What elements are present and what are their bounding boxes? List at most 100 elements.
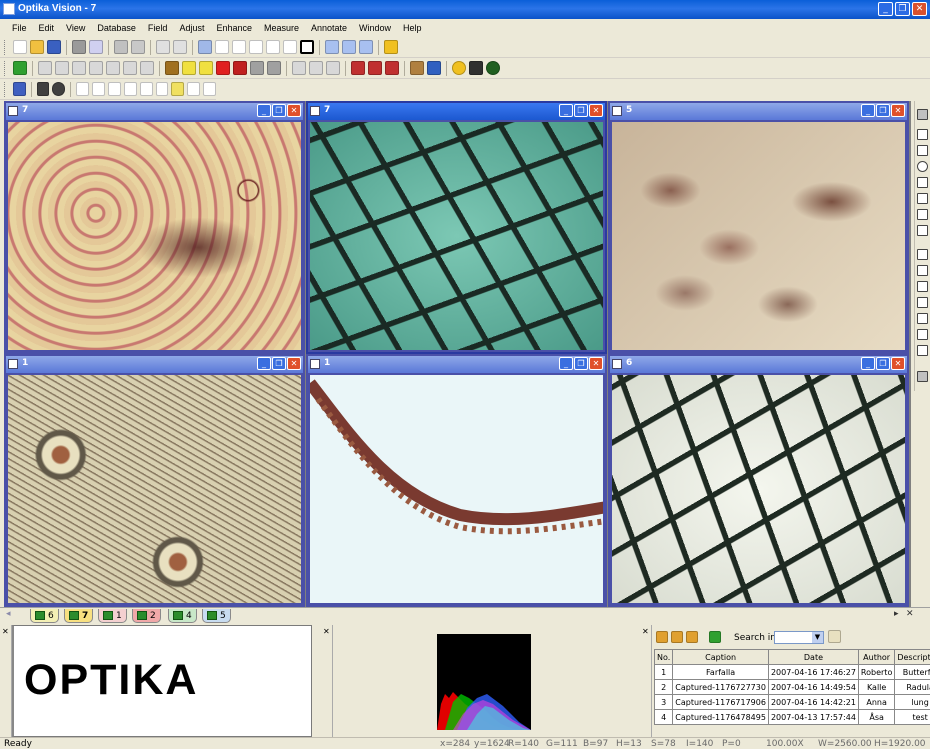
minimize-button[interactable]: _	[257, 104, 271, 117]
group-tool-icon[interactable]	[917, 297, 928, 308]
help-icon[interactable]	[384, 40, 398, 54]
menu-view[interactable]: View	[60, 23, 91, 33]
minimize-button[interactable]: _	[861, 104, 875, 117]
zoom-in-icon[interactable]	[232, 40, 246, 54]
select-tool-icon[interactable]	[917, 249, 928, 260]
filter-icon[interactable]	[292, 61, 306, 75]
db-add-icon[interactable]	[656, 631, 668, 643]
fill-tool-icon[interactable]	[917, 265, 928, 276]
pointer-icon[interactable]	[76, 82, 90, 96]
zoom-window-icon[interactable]	[283, 40, 297, 54]
database-panel-handle[interactable]: ✕	[640, 625, 652, 737]
close-button[interactable]: ✕	[589, 357, 603, 370]
print-preview-icon[interactable]	[89, 40, 103, 54]
sharpen-icon[interactable]	[309, 61, 323, 75]
export-icon[interactable]	[203, 82, 216, 96]
cascade-icon[interactable]	[359, 40, 373, 54]
delete-tool-icon[interactable]	[917, 281, 928, 292]
open-icon[interactable]	[30, 40, 44, 54]
close-button[interactable]: ✕	[287, 104, 301, 117]
undo-icon[interactable]	[156, 40, 170, 54]
db-delete-icon[interactable]	[686, 631, 698, 643]
maximize-button[interactable]: ❐	[272, 104, 286, 117]
rotate-270-icon[interactable]	[385, 61, 399, 75]
target-icon[interactable]	[52, 82, 66, 96]
arrow-tool-icon[interactable]	[917, 209, 928, 220]
script-icon[interactable]	[427, 61, 441, 75]
table-icon[interactable]	[187, 82, 201, 96]
area-icon[interactable]	[155, 82, 169, 96]
tab-document[interactable]: 2	[132, 609, 161, 623]
table-row[interactable]: 1 Farfalla 2007-04-16 17:46:27 Roberto Butte…	[653, 664, 930, 680]
image-window[interactable]: 5 _ ❐ ✕	[608, 101, 909, 354]
maximize-button[interactable]: ❐	[876, 104, 890, 117]
camera-icon[interactable]	[13, 61, 27, 75]
save-icon[interactable]	[47, 40, 61, 54]
column-header[interactable]: No.	[653, 649, 674, 665]
move-up-icon[interactable]	[72, 61, 86, 75]
image-window[interactable]: 7 _ ❐ ✕	[306, 101, 607, 354]
maximize-button[interactable]: ❐	[574, 104, 588, 117]
menu-file[interactable]: File	[6, 23, 33, 33]
print-icon[interactable]	[72, 40, 86, 54]
tile-icon[interactable]	[325, 40, 339, 54]
paste-icon[interactable]	[131, 40, 145, 54]
grid-icon[interactable]	[36, 82, 50, 96]
table-row[interactable]: 3 Captured-1176717906 2007-04-16 14:42:21 A…	[653, 694, 930, 710]
tab-document[interactable]: 5	[202, 609, 231, 623]
close-button[interactable]: ✕	[891, 104, 905, 117]
flip-icon[interactable]	[55, 61, 69, 75]
zoom-out-icon[interactable]	[249, 40, 263, 54]
menu-adjust[interactable]: Adjust	[173, 23, 210, 33]
plugin-icon[interactable]	[410, 61, 424, 75]
maximize-button[interactable]: ❐	[272, 357, 286, 370]
maximize-button[interactable]: ❐	[574, 357, 588, 370]
pen-icon[interactable]	[469, 61, 483, 75]
column-header[interactable]: Caption	[672, 649, 769, 665]
menu-annotate[interactable]: Annotate	[305, 23, 353, 33]
settings-icon[interactable]	[452, 61, 466, 75]
annotate-icon[interactable]	[917, 109, 928, 120]
send-back-icon[interactable]	[917, 329, 928, 340]
menu-enhance[interactable]: Enhance	[210, 23, 258, 33]
image-window[interactable]: 7 _ ❐ ✕	[4, 101, 305, 354]
length-icon[interactable]	[139, 82, 153, 96]
minimize-button[interactable]: _	[257, 357, 271, 370]
globe-icon[interactable]	[486, 61, 500, 75]
rotate-90-icon[interactable]	[351, 61, 365, 75]
search-dropdown[interactable]: ▼	[774, 631, 824, 644]
menu-measure[interactable]: Measure	[258, 23, 305, 33]
count-icon[interactable]	[107, 82, 121, 96]
tab-document[interactable]: 7	[64, 609, 94, 623]
menu-field[interactable]: Field	[142, 23, 174, 33]
image-window[interactable]: 1 _ ❐ ✕	[306, 354, 607, 607]
ellipse-tool-icon[interactable]	[917, 161, 928, 172]
fit-icon[interactable]	[215, 40, 229, 54]
align-icon[interactable]	[917, 345, 928, 356]
text-tool-icon[interactable]	[917, 225, 928, 236]
minimize-button[interactable]: _	[861, 357, 875, 370]
hue-icon[interactable]	[233, 61, 247, 75]
copy-icon[interactable]	[114, 40, 128, 54]
contrast-icon[interactable]	[199, 61, 213, 75]
layout-icon[interactable]	[171, 82, 185, 96]
db-edit-icon[interactable]	[671, 631, 683, 643]
burn-in-icon[interactable]	[917, 371, 928, 382]
crop-icon[interactable]	[106, 61, 120, 75]
angle-icon[interactable]	[123, 82, 137, 96]
fullscreen-icon[interactable]	[300, 40, 314, 54]
curve-tool-icon[interactable]	[917, 193, 928, 204]
bring-front-icon[interactable]	[917, 313, 928, 324]
color-balance-icon[interactable]	[216, 61, 230, 75]
resize-icon[interactable]	[123, 61, 137, 75]
rectangle-tool-icon[interactable]	[917, 145, 928, 156]
rotate-180-icon[interactable]	[368, 61, 382, 75]
tab-document[interactable]: 4	[168, 609, 197, 623]
duplicate-icon[interactable]	[198, 40, 212, 54]
column-header[interactable]: Description	[894, 649, 930, 665]
redo-icon[interactable]	[173, 40, 187, 54]
levels-icon[interactable]	[165, 61, 179, 75]
tab-document[interactable]: 6	[30, 609, 59, 623]
minimize-button[interactable]: _	[559, 357, 573, 370]
zoom-actual-icon[interactable]	[266, 40, 280, 54]
